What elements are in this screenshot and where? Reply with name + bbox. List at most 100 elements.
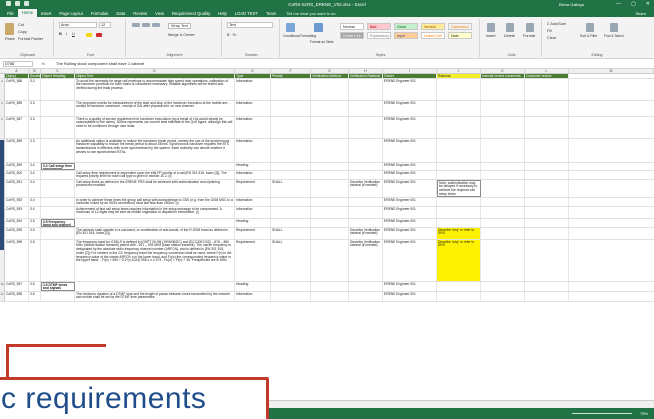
object-text-cell[interactable]: An additional option is available to red… [75,139,235,162]
font-size-select[interactable]: 12 [99,22,111,28]
object-text-cell[interactable]: The frequency band for GSM-R is defined … [75,240,235,281]
tab-file[interactable]: File [3,11,18,16]
font-name-select[interactable]: Arial [59,22,97,28]
verification-method-cell[interactable] [311,79,349,100]
merge-center-button[interactable]: Merge & Center [168,33,195,37]
section-cell[interactable]: 3.5 [29,228,41,239]
priority-cell[interactable] [271,101,311,116]
owner-cell[interactable]: ERENE Engineer 001 [383,240,437,281]
verification-rational-cell[interactable] [349,292,383,301]
object-heading-cell[interactable] [41,79,75,100]
fx-icon[interactable]: fx [42,61,45,66]
priority-cell[interactable] [271,139,311,162]
section-cell[interactable]: 3.5 [29,240,41,281]
verification-method-cell[interactable] [311,180,349,197]
verification-method-cell[interactable] [311,198,349,206]
object-identifier-cell[interactable]: CoRS_600 [5,171,29,179]
priority-cell[interactable]: SHALL [271,240,311,281]
customer-review-cell[interactable] [525,292,569,301]
internal-review-cell[interactable] [481,282,525,291]
autosum-button[interactable]: Σ AutoSum [547,22,566,26]
name-box[interactable]: D788 [3,61,33,67]
section-cell[interactable]: 3.6 [29,282,41,291]
cell-style-note[interactable]: Note [448,32,472,39]
column-title[interactable]: Object Identifier [5,74,29,78]
object-text-cell[interactable] [75,219,235,227]
customer-review-cell[interactable] [525,219,569,227]
object-text-cell[interactable]: Achievement of fast call setup times req… [75,207,235,218]
formula-input[interactable]: The Rolling stock component shall have 1… [56,61,144,66]
customer-review-cell[interactable] [525,207,569,218]
wrap-text-button[interactable]: Wrap Text [168,23,191,29]
paste-button[interactable]: Paste [5,37,15,41]
find-select-icon[interactable] [610,23,618,32]
rational-cell[interactable] [437,79,481,100]
font-color-icon[interactable] [96,33,102,37]
type-cell[interactable]: Information [235,198,271,206]
verification-rational-cell[interactable] [349,219,383,227]
object-identifier-cell[interactable]: CoRS_595 [5,228,29,239]
object-text-cell[interactable]: Call setup time requirement is dependent… [75,171,235,179]
rational-cell[interactable] [437,282,481,291]
priority-cell[interactable]: SHALL [271,180,311,197]
cell-style-input[interactable]: Input [394,32,418,39]
object-heading-cell[interactable] [41,240,75,281]
verification-rational-cell[interactable] [349,163,383,170]
owner-cell[interactable]: ERENE Engineer 001 [383,171,437,179]
verification-method-cell[interactable] [311,171,349,179]
insert-cells-icon[interactable] [487,23,495,32]
object-heading-cell[interactable]: 3.5 Frequency band and channel arrangeme… [41,219,75,227]
object-identifier-cell[interactable]: CoRS_593 [5,207,29,218]
internal-review-cell[interactable] [481,180,525,197]
verification-method-cell[interactable] [311,219,349,227]
verification-rational-cell[interactable] [349,198,383,206]
type-cell[interactable]: Information [235,171,271,179]
rational-cell[interactable] [437,163,481,170]
object-text-cell[interactable]: The proposed events for measurement of t… [75,101,235,116]
type-cell[interactable]: Requirement [235,180,271,197]
align-top-icon[interactable] [132,23,140,27]
cell-style-bad[interactable]: Bad [367,23,391,30]
minimize-button[interactable]: — [616,1,621,7]
maximize-button[interactable]: ▢ [631,1,636,7]
section-cell[interactable]: 3.4 [29,207,41,218]
internal-review-cell[interactable] [481,219,525,227]
tab-team[interactable]: Team [262,11,280,16]
cut-button[interactable]: Cut [18,23,24,27]
internal-review-cell[interactable] [481,163,525,170]
rational-cell[interactable] [437,171,481,179]
rational-cell[interactable]: Note: authentication may be delayed if n… [437,180,481,197]
object-heading-cell[interactable]: 3.6 DTMF tones and signals [41,282,75,291]
column-title[interactable]: Object Text [75,74,235,78]
zoom-level[interactable]: 75% [640,411,648,416]
insert-button[interactable]: Insert [486,34,496,38]
customer-review-cell[interactable] [525,101,569,116]
owner-cell[interactable]: ERENE Engineer 001 [383,139,437,162]
section-cell[interactable]: 3.4 [29,180,41,197]
owner-cell[interactable]: ERENE Engineer 001 [383,207,437,218]
currency-button[interactable]: $ · % , [227,33,238,37]
section-cell[interactable]: 3.4 [29,198,41,206]
zoom-slider[interactable] [572,413,632,414]
tab-view[interactable]: View [151,11,168,16]
priority-cell[interactable] [271,198,311,206]
customer-review-cell[interactable] [525,282,569,291]
customer-review-cell[interactable] [525,171,569,179]
section-cell[interactable]: 3.3 [29,79,41,100]
section-cell[interactable]: 3.3 [29,101,41,116]
internal-review-cell[interactable] [481,228,525,239]
number-format-select[interactable]: Text [227,22,273,28]
cell-style-check-cell[interactable]: Check Cell [340,32,364,39]
verification-method-cell[interactable] [311,101,349,116]
verification-method-cell[interactable] [311,282,349,291]
object-heading-cell[interactable] [41,139,75,162]
verification-method-cell[interactable] [311,139,349,162]
internal-review-cell[interactable] [481,207,525,218]
object-text-cell[interactable]: The network shall operate in a sub-band,… [75,228,235,239]
internal-review-cell[interactable] [481,139,525,162]
owner-cell[interactable]: ERENE Engineer 001 [383,292,437,301]
owner-cell[interactable]: ERENE Engineer 001 [383,101,437,116]
owner-cell[interactable]: ERENE Engineer 001 [383,117,437,138]
rational-cell[interactable] [437,292,481,301]
priority-cell[interactable] [271,282,311,291]
